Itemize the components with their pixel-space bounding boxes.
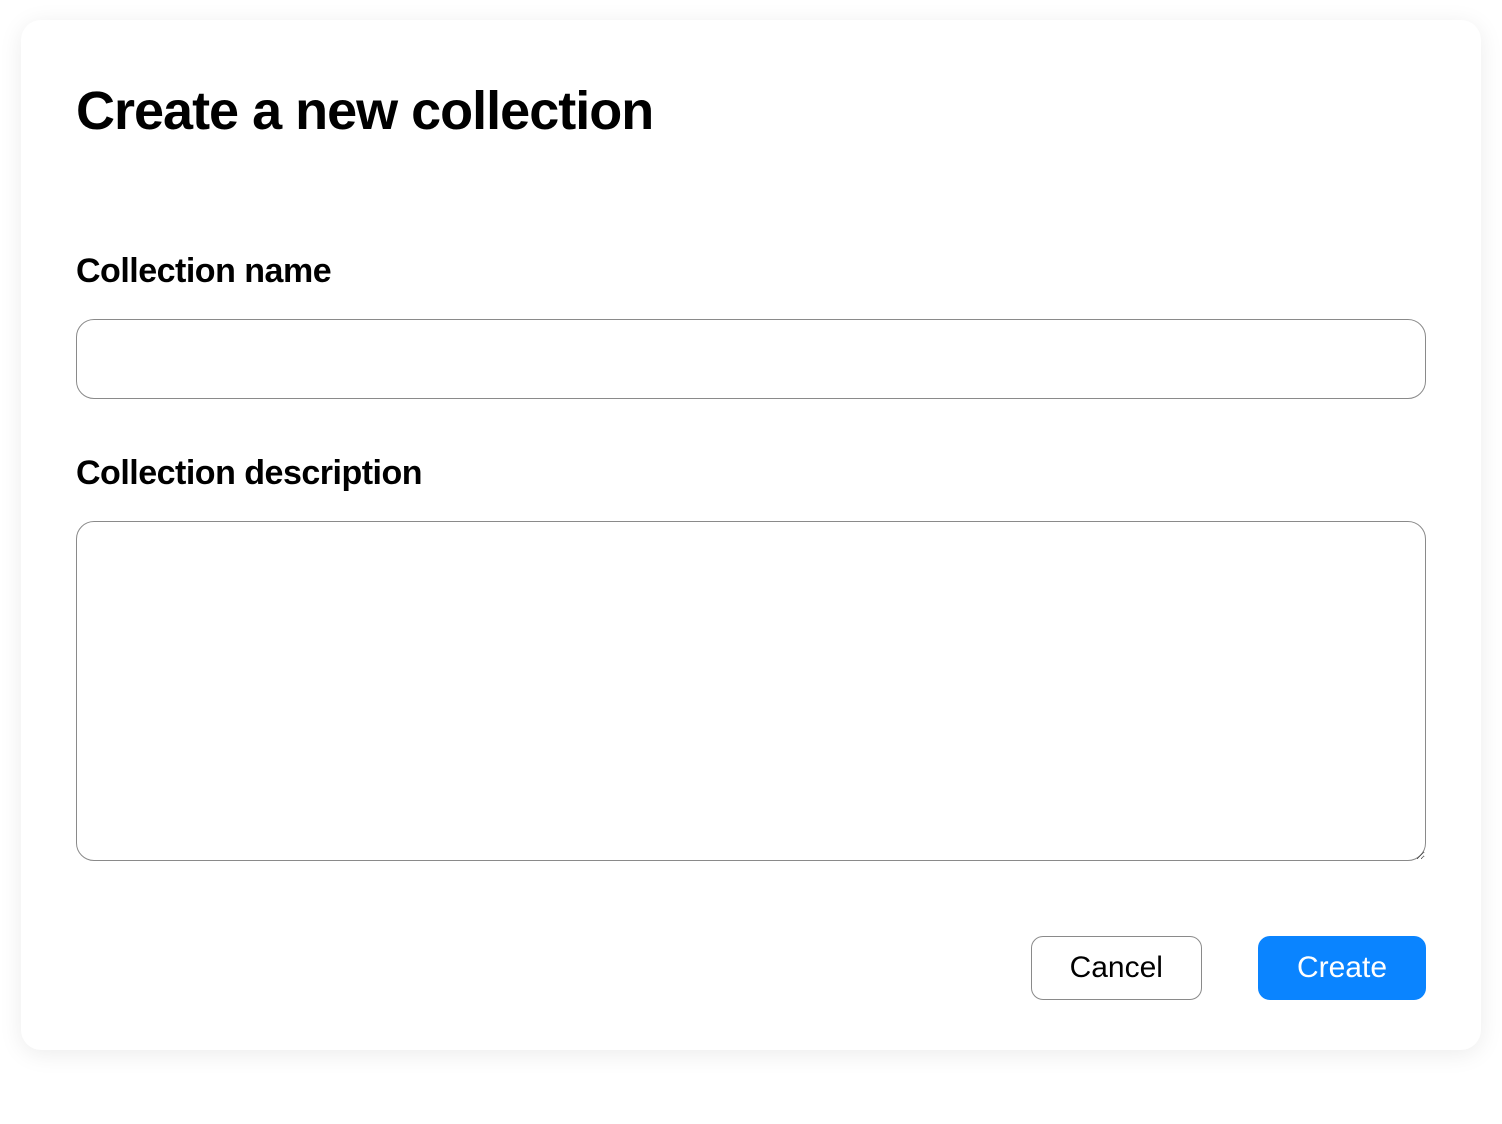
- collection-name-input[interactable]: [76, 319, 1426, 399]
- modal-title: Create a new collection: [76, 80, 1426, 142]
- collection-name-group: Collection name: [76, 252, 1426, 399]
- collection-name-label: Collection name: [76, 252, 1426, 291]
- create-button[interactable]: Create: [1258, 936, 1426, 1000]
- collection-description-label: Collection description: [76, 454, 1426, 493]
- modal-button-row: Cancel Create: [76, 936, 1426, 1000]
- collection-description-textarea[interactable]: [76, 521, 1426, 861]
- create-collection-modal: Create a new collection Collection name …: [21, 20, 1481, 1050]
- cancel-button[interactable]: Cancel: [1031, 936, 1202, 1000]
- collection-description-group: Collection description: [76, 454, 1426, 866]
